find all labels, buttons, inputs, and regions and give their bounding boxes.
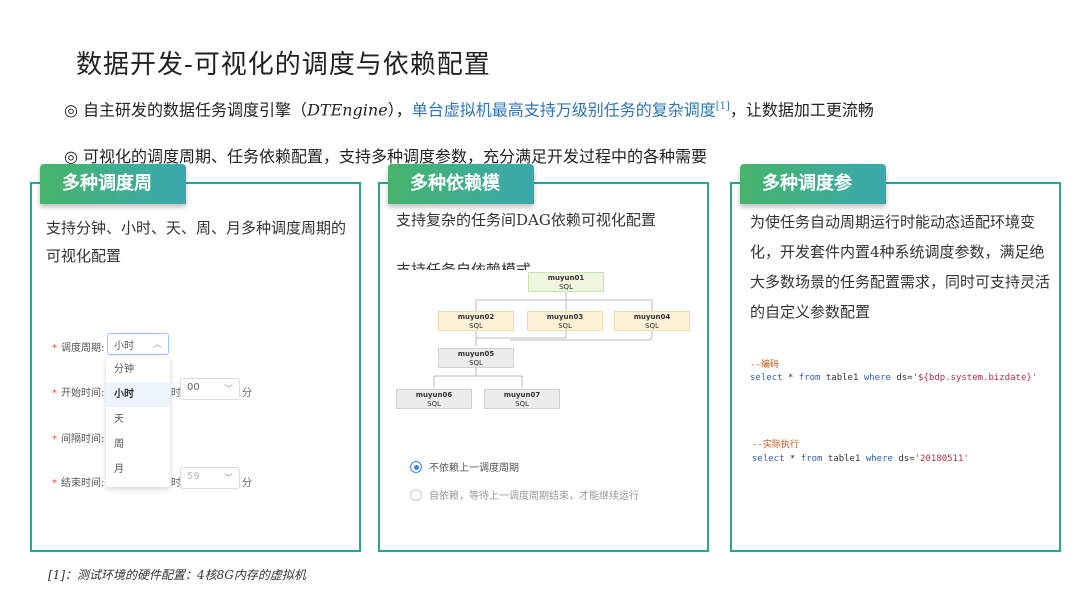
- interval-label: * 间隔时间:: [52, 434, 105, 445]
- dag-node[interactable]: muyun07 SQL: [484, 389, 560, 409]
- period-option[interactable]: 周: [106, 432, 170, 457]
- dag-node[interactable]: muyun05 SQL: [438, 348, 514, 368]
- radio-no-dependency[interactable]: 不依赖上一调度周期: [410, 459, 519, 474]
- radio-self-dependency[interactable]: 自依赖，等待上一调度周期结束，才能继续运行: [410, 487, 639, 502]
- card3-description: 为使任务自动周期运行时能动态适配环境变化，开发套件内置4种系统调度参数，满足绝大…: [750, 213, 1051, 321]
- tag-schedule-period: 多种调度周期: [40, 164, 186, 234]
- tag-schedule-params: 多种调度参数: [740, 164, 886, 234]
- code-line-executed: select * from table1 where ds='20180511': [752, 454, 969, 464]
- chevron-up-icon: ︿: [152, 340, 162, 350]
- end-minute-unit: 分: [242, 478, 252, 489]
- start-minute-select[interactable]: 00 ﹀: [180, 378, 240, 400]
- end-time-label: * 结束时间:: [52, 478, 105, 489]
- page-title: 数据开发-可视化的调度与依赖配置: [76, 50, 491, 80]
- dag-node[interactable]: muyun03 SQL: [527, 311, 603, 331]
- code-line-template: select * from table1 where ds='${bdp.sys…: [750, 373, 1038, 383]
- start-time-label: * 开始时间:: [52, 388, 105, 399]
- period-label: * 调度周期:: [52, 343, 105, 354]
- dag-node[interactable]: muyun02 SQL: [438, 311, 514, 331]
- dag-node[interactable]: muyun01 SQL: [528, 272, 604, 292]
- card1-description: 支持分钟、小时、天、周、月多种调度周期的可视化配置: [46, 219, 347, 265]
- end-minute-select[interactable]: 59 ﹀: [180, 467, 240, 489]
- start-minute-unit: 分: [242, 388, 252, 399]
- period-option[interactable]: 月: [106, 457, 170, 482]
- dag-node[interactable]: muyun04 SQL: [614, 311, 690, 331]
- radio-checked-icon: [410, 461, 422, 473]
- period-select[interactable]: 小时 ︿: [107, 333, 169, 355]
- period-option[interactable]: 小时: [106, 382, 170, 407]
- period-option[interactable]: 分钟: [106, 357, 170, 382]
- radio-unchecked-icon: [410, 489, 422, 501]
- dag-node[interactable]: muyun06 SQL: [396, 389, 472, 409]
- bullet-engine: ◎ 自主研发的数据任务调度引擎（DTEngine），单台虚拟机最高支持万级别任务…: [64, 100, 874, 120]
- footnote: [1]：测试环境的硬件配置：4核8G内存的虚拟机: [48, 568, 306, 582]
- tag-dependency-mode: 多种依赖模式: [388, 164, 534, 234]
- card2-description-self: 支持任务自依赖模式: [396, 261, 532, 270]
- chevron-down-icon: ﹀: [223, 385, 233, 395]
- period-option[interactable]: 天: [106, 407, 170, 432]
- chevron-down-icon: ﹀: [223, 474, 233, 484]
- code-comment-exec: --实际执行: [752, 440, 799, 450]
- period-dropdown: 分钟 小时 天 周 月: [106, 357, 170, 487]
- code-comment-encode: --编码: [750, 360, 779, 370]
- card2-description: 支持复杂的任务间DAG依赖可视化配置: [396, 211, 656, 229]
